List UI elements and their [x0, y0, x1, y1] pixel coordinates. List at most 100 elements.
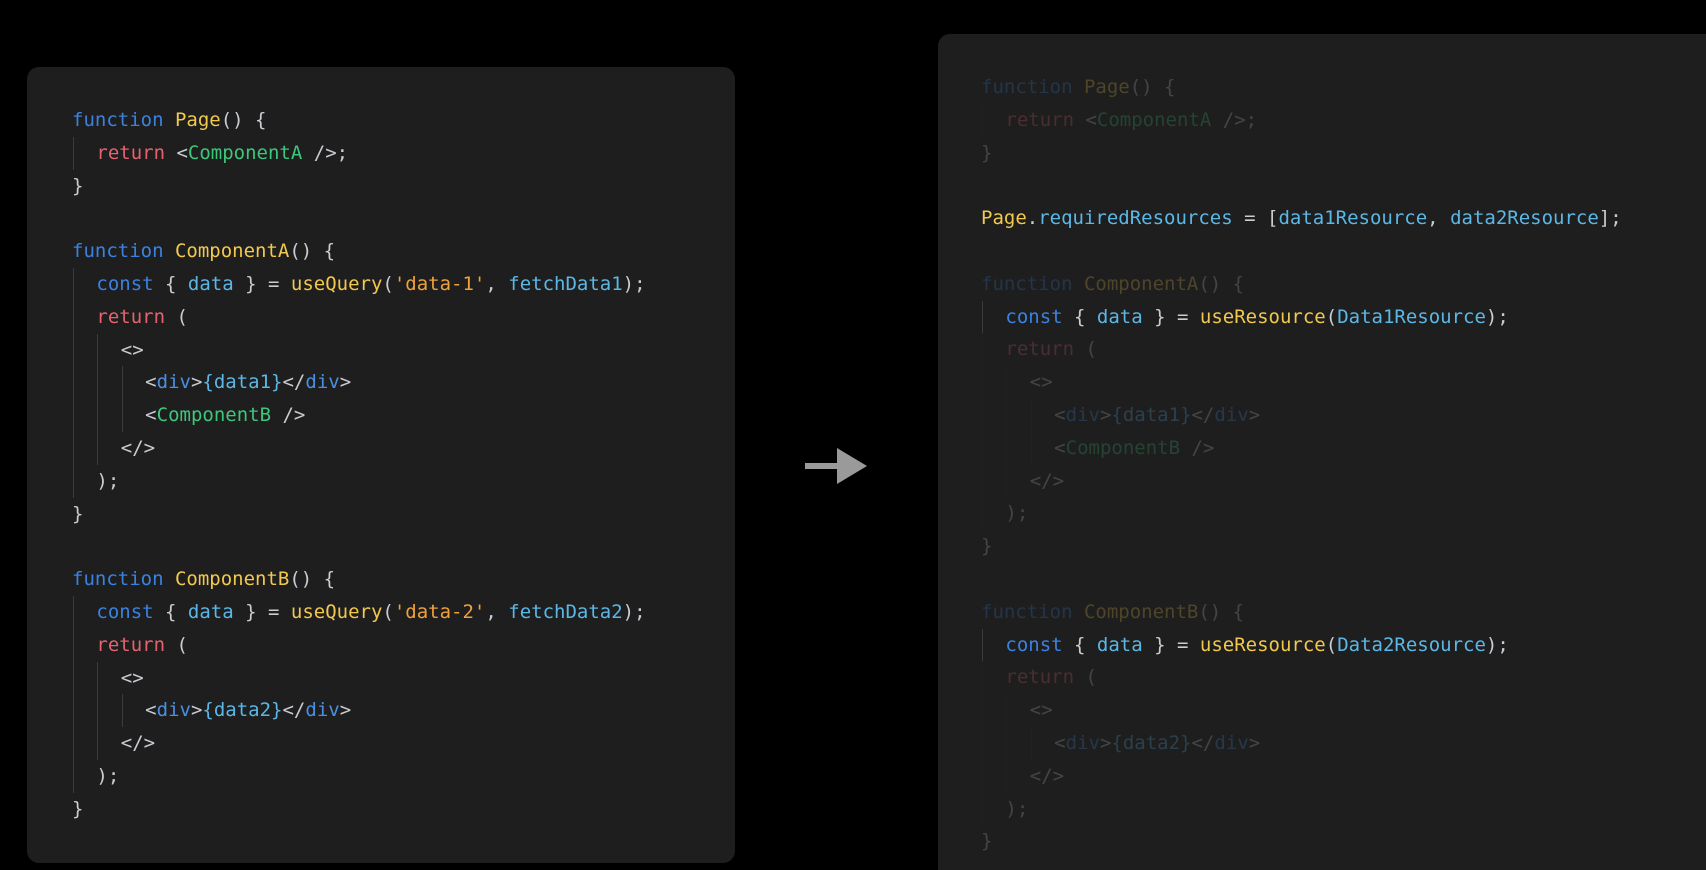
code-token: return — [96, 633, 177, 656]
code-line: function Page() { — [72, 104, 646, 137]
code-token: < — [1054, 436, 1066, 459]
code-line: } — [981, 825, 1622, 858]
code-token: } = — [233, 272, 291, 295]
code-token: ]; — [1598, 207, 1622, 230]
indent-guide — [72, 628, 96, 662]
indent-guide — [981, 661, 1005, 694]
code-token: , — [1427, 207, 1451, 230]
code-token: { — [165, 600, 188, 623]
code-token: Data2Resource — [1337, 633, 1486, 656]
indent-guide — [981, 431, 1005, 465]
code-token: data — [187, 272, 234, 295]
code-token: > — [1248, 403, 1261, 426]
code-token: } — [72, 502, 84, 525]
code-token: function — [981, 76, 1084, 98]
code-line: function Page() { — [981, 71, 1622, 104]
code-token: < — [145, 404, 157, 427]
code-token: <> — [1029, 371, 1053, 394]
code-token: } — [72, 174, 84, 197]
code-token: } — [981, 830, 993, 853]
code-token: ); — [96, 469, 120, 492]
code-token: fetchData1 — [508, 272, 623, 295]
code-token: /> — [1180, 436, 1215, 459]
code-token: requiredResources — [1038, 207, 1233, 230]
code-token: () { — [220, 109, 267, 131]
code-line: </> — [72, 431, 646, 465]
code-token: />; — [302, 141, 349, 164]
code-token: </ — [1191, 403, 1215, 426]
code-line: function ComponentA() { — [72, 235, 646, 268]
indent-guide — [72, 431, 96, 465]
code-line: return ( — [72, 300, 646, 334]
indent-guide — [121, 399, 145, 432]
code-line: <div>{data2}</div> — [981, 726, 1622, 760]
indent-guide — [981, 497, 1005, 530]
code-token: fetchData2 — [508, 600, 623, 623]
code-token: function — [72, 240, 175, 263]
code-token: () { — [289, 568, 336, 591]
code-token: <> — [120, 666, 144, 689]
code-line: } — [72, 498, 646, 531]
code-line: ); — [72, 464, 646, 498]
code-line: } — [981, 530, 1622, 563]
code-token: } = — [1142, 305, 1200, 328]
indent-guide — [981, 464, 1005, 498]
code-token: 'data-2' — [393, 600, 486, 623]
code-token: function — [72, 109, 175, 131]
code-token: ( — [382, 600, 394, 623]
code-token: ); — [96, 764, 120, 787]
code-token: return — [1005, 338, 1086, 361]
code-token: const — [1005, 305, 1075, 328]
indent-guide — [1030, 431, 1054, 465]
indent-guide — [72, 727, 96, 760]
code-token: > — [190, 371, 203, 394]
code-token: } — [981, 141, 993, 164]
code-token: Page — [981, 207, 1027, 230]
code-token: < — [1054, 731, 1066, 754]
code-token: div — [1065, 403, 1100, 426]
code-token: data — [1096, 305, 1143, 328]
code-line: const { data } = useResource(Data2Resour… — [981, 628, 1622, 662]
indent-guide — [1030, 398, 1054, 432]
code-token: ComponentB — [174, 568, 290, 591]
code-line: <> — [981, 366, 1622, 399]
code-token: ComponentB — [156, 404, 272, 427]
code-token: useResource — [1199, 633, 1326, 656]
code-line: const { data } = useQuery('data-2', fetc… — [72, 595, 646, 629]
code-token: > — [1099, 731, 1112, 754]
code-token: } = — [233, 600, 291, 623]
code-line: return ( — [981, 333, 1622, 366]
code-line: return ( — [981, 661, 1622, 694]
code-line: } — [981, 137, 1622, 170]
code-token: function — [72, 568, 175, 591]
indent-guide — [72, 694, 96, 727]
code-token: div — [156, 699, 191, 722]
indent-guide — [1005, 464, 1029, 498]
indent-guide — [72, 399, 96, 432]
indent-guide — [72, 759, 96, 793]
code-token: > — [1099, 403, 1112, 426]
code-block-before: function Page() { return < ComponentA />;}… — [72, 104, 646, 826]
code-token: div — [1214, 403, 1249, 426]
code-token: < — [145, 371, 157, 394]
code-token: {data2} — [202, 699, 283, 722]
code-token: div — [305, 371, 340, 394]
code-token: ComponentA — [187, 141, 303, 164]
indent-guide — [72, 300, 96, 334]
code-token: { — [165, 272, 188, 295]
code-token: return — [96, 305, 177, 328]
indent-guide — [1005, 694, 1029, 727]
code-token: return — [1005, 666, 1086, 689]
code-token: </> — [1029, 764, 1065, 787]
code-token: useResource — [1199, 305, 1326, 328]
code-token: , — [485, 600, 509, 623]
code-token: {data1} — [202, 371, 283, 394]
code-token: , — [485, 272, 509, 295]
code-line: ); — [981, 497, 1622, 530]
code-token: ); — [1485, 633, 1509, 656]
code-line: } — [72, 170, 646, 203]
